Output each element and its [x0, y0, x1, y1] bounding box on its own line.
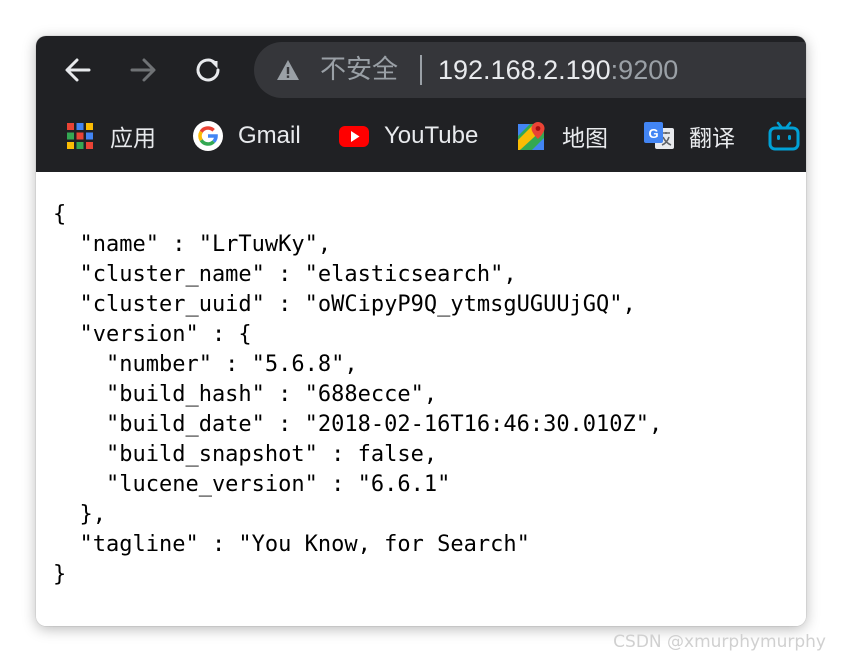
- google-icon: [193, 121, 223, 151]
- forward-button[interactable]: [123, 50, 163, 90]
- bookmark-apps[interactable]: 应用: [64, 119, 156, 153]
- arrow-right-icon: [130, 58, 156, 82]
- svg-text:G: G: [648, 126, 658, 141]
- bookmark-bilibili[interactable]: [768, 119, 800, 153]
- browser-toolbar: 不安全 192.168.2.190:9200 应用 Gmail YouTube …: [36, 36, 806, 172]
- bookmark-gmail-label: Gmail: [238, 122, 301, 149]
- url-host: 192.168.2.190: [438, 55, 611, 85]
- translate-icon: G: [644, 122, 674, 149]
- bookmark-translate-label: 翻译: [689, 126, 735, 152]
- bookmark-gmail[interactable]: Gmail: [192, 119, 301, 153]
- browser-window: 不安全 192.168.2.190:9200 应用 Gmail YouTube …: [36, 36, 806, 626]
- json-response-text: { "name" : "LrTuwKy", "cluster_name" : "…: [53, 202, 663, 587]
- bookmark-maps[interactable]: 地图: [516, 119, 608, 153]
- bookmark-youtube-label: YouTube: [384, 122, 479, 149]
- watermark-text: CSDN @xmurphymurphy: [613, 632, 826, 652]
- warning-icon[interactable]: [276, 58, 300, 82]
- reload-button[interactable]: [188, 50, 228, 90]
- bookmark-apps-label: 应用: [110, 126, 156, 152]
- bookmark-maps-label: 地图: [562, 126, 608, 152]
- security-label[interactable]: 不安全: [320, 54, 398, 86]
- bookmark-translate[interactable]: G 翻译: [643, 119, 735, 153]
- address-bar[interactable]: 不安全 192.168.2.190:9200: [254, 42, 806, 98]
- omnibox-divider: [420, 55, 422, 85]
- back-button[interactable]: [58, 50, 98, 90]
- youtube-icon: [339, 126, 369, 147]
- reload-icon: [196, 58, 220, 82]
- maps-icon: [518, 122, 545, 150]
- url-text[interactable]: 192.168.2.190:9200: [438, 54, 678, 86]
- bookmarks-bar: 应用 Gmail YouTube 地图 G 翻译: [36, 110, 806, 162]
- page-content: { "name" : "LrTuwKy", "cluster_name" : "…: [36, 172, 806, 626]
- arrow-left-icon: [65, 58, 91, 82]
- bilibili-icon: [768, 121, 800, 151]
- apps-grid-icon: [67, 123, 93, 149]
- bookmark-youtube[interactable]: YouTube: [338, 119, 478, 153]
- url-port: :9200: [610, 55, 679, 85]
